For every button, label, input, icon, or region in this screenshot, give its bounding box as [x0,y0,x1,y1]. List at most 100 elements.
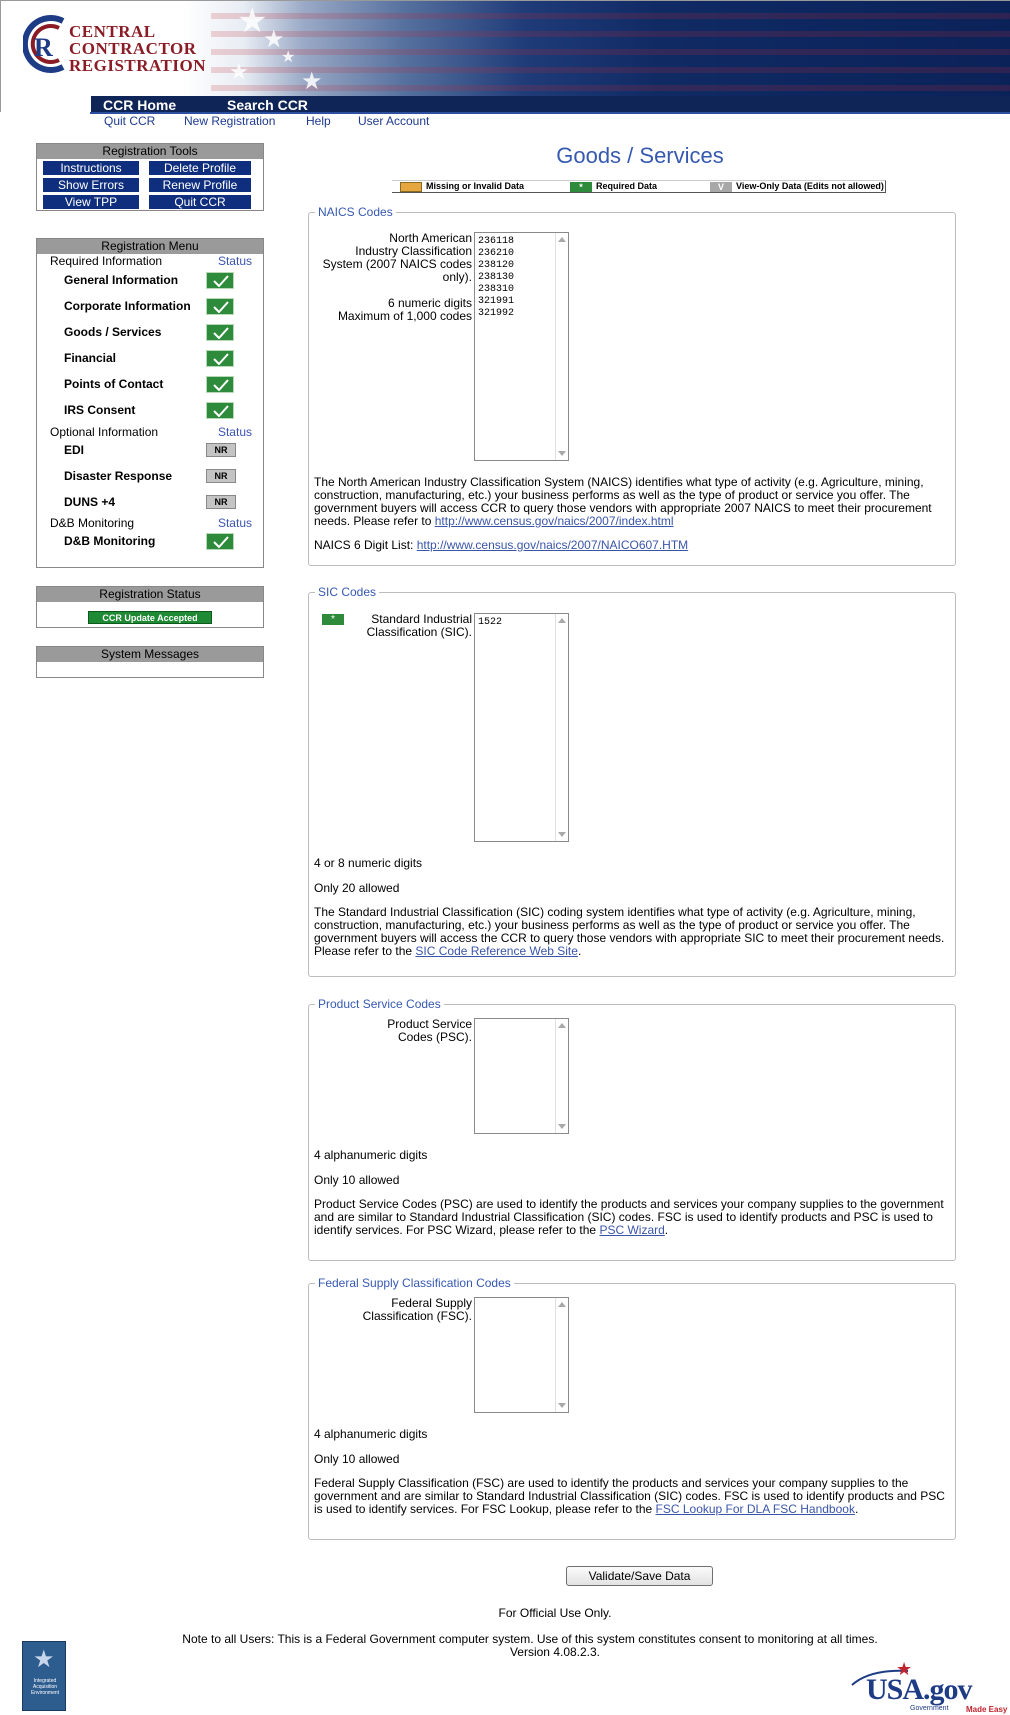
scrollbar[interactable] [555,1298,568,1412]
check-icon [206,298,234,315]
sic-reference-link[interactable]: SIC Code Reference Web Site [415,944,578,958]
menu-edi[interactable]: EDI [64,443,84,457]
view-only-swatch: V [710,182,732,192]
legend-view-only-label: View-Only Data (Edits not allowed) [736,181,884,191]
fsc-hint-limit: Only 10 allowed [314,1452,400,1466]
quit-ccr-button[interactable]: Quit CCR [149,195,251,209]
naics-reference-link[interactable]: http://www.census.gov/naics/2007/index.h… [435,514,674,528]
status-badge: CCR Update Accepted [88,611,212,624]
scroll-up-icon[interactable] [558,1023,566,1028]
fsc-content: Federal Supply Classification (FSC). 4 a… [308,1276,956,1540]
status-heading: Status [217,425,252,439]
psc-label: Product Service Codes (PSC). [308,1018,472,1044]
star-icon: ★ [301,68,323,95]
fsc-description: Federal Supply Classification (FSC) are … [314,1477,950,1516]
flag-stripes [211,1,1010,96]
fsc-label: Federal Supply Classification (FSC). [308,1297,472,1323]
usagov-tagline: Made Easy [966,1705,1008,1714]
naics-label: North American Industry Classification S… [308,232,472,323]
scroll-down-icon[interactable] [558,1124,566,1129]
optional-info-heading: Optional Information [50,425,159,439]
psc-content: Product Service Codes (PSC). 4 alphanume… [308,997,956,1261]
ccr-logo[interactable]: R CENTRAL CONTRACTOR REGISTRATION [23,15,213,85]
naics-list-label: NAICS 6 Digit List: [314,538,414,552]
nav-new-registration[interactable]: New Registration [184,114,275,128]
sic-hint-limit: Only 20 allowed [314,881,400,895]
nav-help[interactable]: Help [306,114,331,128]
sic-content: * Standard Industrial Classification (SI… [308,585,956,977]
status-heading: Status [217,254,252,268]
scroll-up-icon[interactable] [558,237,566,242]
registration-tools-panel: Registration Tools Instructions Delete P… [36,143,264,211]
menu-corporate-information[interactable]: Corporate Information [64,299,191,313]
check-icon [206,376,234,393]
menu-disaster-response[interactable]: Disaster Response [64,469,172,483]
delete-profile-button[interactable]: Delete Profile [149,161,251,175]
usagov-wordmark: USA.gov [866,1673,973,1706]
iae-logo[interactable]: ★ Integrated Acquisition Environment [22,1641,66,1711]
psc-hint-limit: Only 10 allowed [314,1173,400,1187]
logo-wordmark: CENTRAL CONTRACTOR REGISTRATION [69,23,206,74]
check-icon [206,402,234,419]
header: ★ ★ ★ ★ ★ R CENTRAL CONTRACTOR REGISTRAT… [0,0,1010,113]
status-badge: NR [206,495,236,509]
naics-list-link[interactable]: http://www.census.gov/naics/2007/NAICO60… [417,538,688,552]
sic-codes-listbox[interactable]: 1522 [474,613,569,842]
view-tpp-button[interactable]: View TPP [43,195,139,209]
check-icon [206,533,234,550]
menu-general-information[interactable]: General Information [64,273,178,287]
menu-dnb-monitoring[interactable]: D&B Monitoring [64,534,155,548]
fsc-lookup-link[interactable]: FSC Lookup For DLA FSC Handbook [656,1502,855,1516]
scroll-up-icon[interactable] [558,618,566,623]
page-title: Goods / Services [556,143,724,168]
scroll-down-icon[interactable] [558,832,566,837]
psc-codes-listbox[interactable] [474,1018,569,1134]
sentence-period: . [577,944,582,958]
scroll-down-icon[interactable] [558,1403,566,1408]
nav-user-account[interactable]: User Account [358,114,429,128]
legend-required-label: Required Data [596,181,658,191]
validate-save-button[interactable]: Validate/Save Data [566,1566,713,1586]
sic-label: Standard Industrial Classification (SIC)… [308,613,472,639]
usagov-logo[interactable]: ★ USA.gov Government Made Easy [850,1659,1010,1714]
missing-data-swatch [400,182,422,192]
required-data-swatch: * [570,182,592,192]
scrollbar[interactable] [555,614,568,841]
fsc-codes-listbox[interactable] [474,1297,569,1413]
menu-goods-services[interactable]: Goods / Services [64,325,161,339]
label-line: Codes (PSC). [397,1030,472,1044]
scroll-up-icon[interactable] [558,1302,566,1307]
menu-irs-consent[interactable]: IRS Consent [64,403,135,417]
instructions-button[interactable]: Instructions [43,161,139,175]
status-badge: NR [206,469,236,483]
system-messages-title: System Messages [37,647,263,662]
nav-search-ccr[interactable]: Search CCR [227,97,308,113]
sic-hint-digits: 4 or 8 numeric digits [314,856,423,870]
menu-points-of-contact[interactable]: Points of Contact [64,377,163,391]
check-icon [206,350,234,367]
scrollbar[interactable] [555,233,568,460]
naics-codes-listbox[interactable]: 236118 236210 238120 238130 238310 32199… [474,232,569,461]
label-line: Classification (SIC). [366,625,472,639]
field-legend: Missing or Invalid Data * Required Data … [392,180,886,193]
menu-duns-plus-4[interactable]: DUNS +4 [64,495,115,509]
naics-list-line: NAICS 6 Digit List: http://www.census.go… [314,539,950,552]
show-errors-button[interactable]: Show Errors [43,178,139,192]
sic-description: The Standard Industrial Classification (… [314,906,950,958]
status-badge: NR [206,443,236,457]
menu-financial[interactable]: Financial [64,351,116,365]
renew-profile-button[interactable]: Renew Profile [149,178,251,192]
system-messages-panel: System Messages [36,646,264,678]
nav-quit-ccr[interactable]: Quit CCR [104,114,155,128]
monitoring-notice: Note to all Users: This is a Federal Gov… [182,1632,878,1646]
official-use-notice: For Official Use Only. [498,1606,612,1620]
nav-ccr-home[interactable]: CCR Home [103,97,176,113]
iae-line: Environment [30,1690,60,1696]
label-line: only). [442,270,472,284]
scrollbar[interactable] [555,1019,568,1133]
check-icon [206,324,234,341]
status-heading: Status [217,516,252,530]
psc-wizard-link[interactable]: PSC Wizard [599,1223,664,1237]
scroll-down-icon[interactable] [558,451,566,456]
label-line: Classification (FSC). [362,1309,472,1323]
